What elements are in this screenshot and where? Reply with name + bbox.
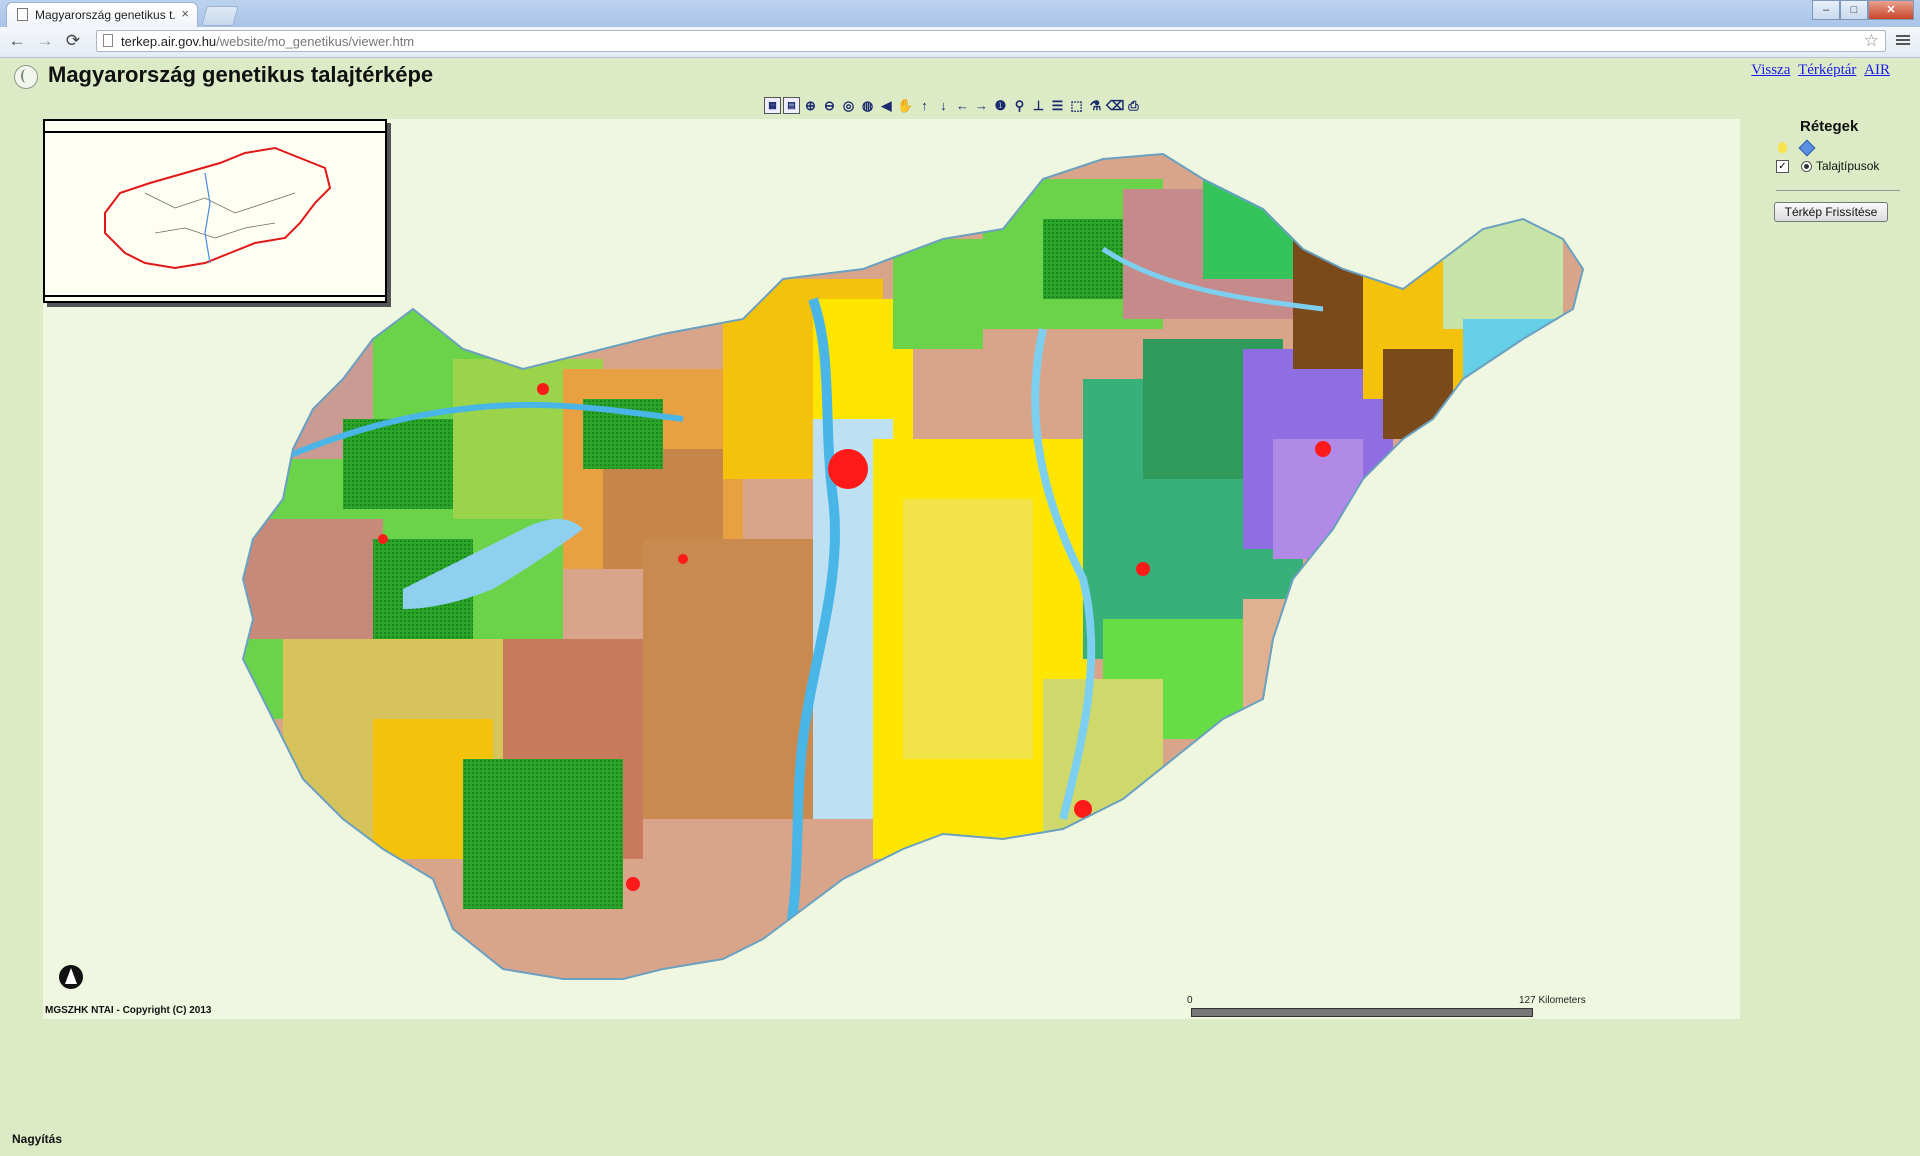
- status-text: Nagyítás: [12, 1132, 63, 1146]
- zoom-in-icon[interactable]: ⊕: [802, 97, 819, 114]
- layer-name-talajtipusok: Talajtípusok: [1816, 159, 1880, 173]
- tab-close-icon[interactable]: ×: [181, 6, 189, 21]
- zoom-back-icon[interactable]: ◀: [878, 97, 895, 114]
- maximize-button[interactable]: □: [1840, 0, 1868, 20]
- pan-east-icon[interactable]: →: [973, 97, 990, 114]
- pan-north-icon[interactable]: ↑: [916, 97, 933, 114]
- zoom-out-icon[interactable]: ⊖: [821, 97, 838, 114]
- overview-toggle-icon[interactable]: ▤: [783, 97, 800, 114]
- pan-hand-icon[interactable]: ✋: [897, 97, 914, 114]
- refresh-map-button[interactable]: Térkép Frissítése: [1774, 202, 1888, 222]
- browser-menu-icon[interactable]: [1896, 33, 1910, 47]
- address-bar[interactable]: terkep.air.gov.hu/website/mo_genetikus/v…: [96, 30, 1886, 52]
- overview-outline-icon: [104, 146, 332, 270]
- query-icon[interactable]: ⚗: [1087, 97, 1104, 114]
- find-binoculars-icon[interactable]: ⚲: [1011, 97, 1028, 114]
- bookmark-star-icon[interactable]: ☆: [1864, 31, 1879, 51]
- forward-button[interactable]: →: [34, 31, 56, 51]
- browser-tab[interactable]: Magyarország genetikus t... ×: [6, 2, 198, 27]
- page-icon: [103, 34, 113, 47]
- overview-map[interactable]: [43, 119, 387, 303]
- layer-visible-checkbox[interactable]: ✓: [1776, 160, 1789, 173]
- new-tab-button[interactable]: [201, 6, 239, 26]
- legend-toggle-icon[interactable]: ▦: [764, 97, 781, 114]
- pan-south-icon[interactable]: ↓: [935, 97, 952, 114]
- full-extent-icon[interactable]: ◎: [840, 97, 857, 114]
- layers-divider: [1776, 190, 1900, 191]
- copyright-text: MGSZHK NTAI - Copyright (C) 2013: [45, 1005, 212, 1016]
- north-arrow-icon: [59, 965, 83, 989]
- url-path: /website/mo_genetikus/viewer.htm: [216, 34, 415, 49]
- link-vissza[interactable]: Vissza: [1751, 62, 1790, 78]
- active-layer-icon: [1798, 139, 1816, 157]
- identify-icon[interactable]: ❶: [992, 97, 1009, 114]
- set-units-icon[interactable]: ☰: [1049, 97, 1066, 114]
- page-icon: [17, 8, 28, 21]
- tab-title: Magyarország genetikus t...: [35, 8, 175, 22]
- clear-selection-icon[interactable]: ⌫: [1106, 97, 1124, 114]
- link-terkeptar[interactable]: Térképtár: [1798, 62, 1856, 78]
- url-host: terkep.air.gov.hu: [121, 34, 217, 49]
- scale-end-label: 127 Kilometers: [1519, 995, 1586, 1006]
- visible-bulb-icon: [1778, 142, 1787, 153]
- reload-button[interactable]: ⟳: [62, 31, 84, 51]
- browser-toolbar: ← → ⟳ terkep.air.gov.hu/website/mo_genet…: [0, 27, 1920, 58]
- scale-bar: [1191, 1008, 1533, 1017]
- page-title: Magyarország genetikus talajtérképe: [48, 62, 434, 87]
- overview-bottom-band: [45, 295, 385, 297]
- measure-icon[interactable]: ⊥: [1030, 97, 1047, 114]
- top-links: Vissza Térképtár AIR: [1747, 62, 1890, 79]
- minimize-button[interactable]: –: [1812, 0, 1840, 20]
- layers-title: Rétegek: [1800, 118, 1859, 135]
- logo-icon: [14, 65, 38, 89]
- select-rectangle-icon[interactable]: ⬚: [1068, 97, 1085, 114]
- url-text: terkep.air.gov.hu/website/mo_genetikus/v…: [121, 34, 414, 49]
- link-air[interactable]: AIR: [1864, 62, 1890, 78]
- map-view[interactable]: MGSZHK NTAI - Copyright (C) 2013 0 127 K…: [43, 119, 1740, 1019]
- close-window-button[interactable]: ✕: [1868, 0, 1914, 20]
- map-toolbar: ▦ ▤ ⊕ ⊖ ◎ ◍ ◀ ✋ ↑ ↓ ← → ❶ ⚲ ⊥ ☰ ⬚ ⚗ ⌫ ⎙: [764, 97, 1142, 114]
- browser-titlebar: Magyarország genetikus t... × – □ ✕: [0, 0, 1920, 28]
- print-icon[interactable]: ⎙: [1125, 97, 1142, 114]
- zoom-active-icon[interactable]: ◍: [859, 97, 876, 114]
- back-button[interactable]: ←: [6, 31, 28, 51]
- layer-active-radio[interactable]: [1801, 161, 1812, 172]
- scale-start-label: 0: [1187, 995, 1193, 1006]
- window-controls: – □ ✕: [1812, 0, 1914, 20]
- pan-west-icon[interactable]: ←: [954, 97, 971, 114]
